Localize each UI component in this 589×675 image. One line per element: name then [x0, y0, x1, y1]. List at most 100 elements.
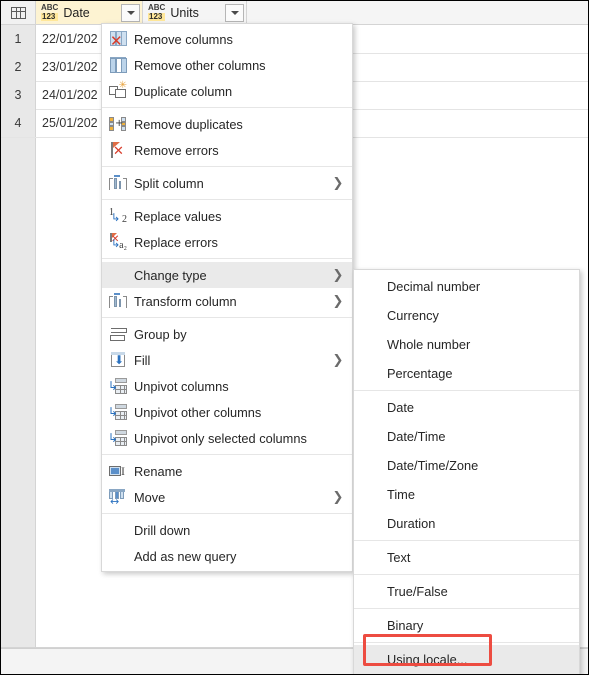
menu-item-label: Unpivot only selected columns [134, 430, 307, 446]
menu-item-label: Drill down [134, 522, 191, 538]
abc123-any-icon: ABC 123 [41, 3, 59, 21]
replace-errors-icon: ✕ ↳ a₂ [110, 233, 127, 251]
menu-separator [102, 454, 352, 455]
remove-columns-icon: ✕ [102, 26, 134, 52]
menu-item-label: Remove errors [134, 142, 219, 158]
menu-item-add-as-new-query[interactable]: Add as new query [102, 543, 352, 569]
menu-item-remove-duplicates[interactable]: + Remove duplicates [102, 111, 352, 137]
submenu-item-currency[interactable]: Currency [354, 301, 579, 330]
column-header-units[interactable]: ABC 123 Units [143, 1, 247, 24]
menu-item-label: Duplicate column [134, 83, 233, 99]
menu-item-remove-other-columns[interactable]: Remove other columns [102, 52, 352, 78]
submenu-item-label: Date/Time [387, 429, 446, 444]
menu-item-label: Remove columns [134, 31, 233, 47]
menu-item-remove-errors[interactable]: ✕ Remove errors [102, 137, 352, 163]
menu-separator [102, 317, 352, 318]
menu-item-unpivot-other-columns[interactable]: ↳ Unpivot other columns [102, 399, 352, 425]
submenu-item-label: Using locale... [387, 652, 468, 667]
menu-separator [102, 107, 352, 108]
submenu-item-label: Text [387, 550, 411, 565]
duplicate-column-icon: ✳ [102, 78, 134, 104]
submenu-item-label: Decimal number [387, 279, 481, 294]
menu-separator [102, 199, 352, 200]
menu-item-label: Remove duplicates [134, 116, 243, 132]
submenu-item-decimal-number[interactable]: Decimal number [354, 272, 579, 301]
submenu-separator [354, 540, 579, 541]
fill-icon: ⬇ [102, 347, 134, 373]
menu-separator [102, 513, 352, 514]
remove-duplicates-icon: + [102, 111, 134, 137]
rename-icon: I [102, 458, 134, 484]
menu-item-label: Group by [134, 326, 187, 342]
menu-item-move[interactable]: ↔ Move ❯ [102, 484, 352, 510]
column-header-filler [247, 1, 588, 24]
select-all-cell[interactable] [1, 1, 36, 24]
filter-button-units[interactable] [225, 3, 244, 22]
submenu-item-label: True/False [387, 584, 448, 599]
chevron-right-icon: ❯ [332, 175, 344, 191]
select-all-table-icon [10, 6, 26, 19]
menu-item-label: Change type [134, 267, 207, 283]
menu-item-label: Transform column [134, 293, 237, 309]
chevron-right-icon: ❯ [332, 489, 344, 505]
column-header-label: Units [170, 5, 199, 20]
chevron-right-icon: ❯ [332, 352, 344, 368]
replace-values-icon: 1 ↳ 2 [109, 207, 127, 225]
submenu-item-label: Duration [387, 516, 436, 531]
submenu-item-using-locale[interactable]: Using locale... [354, 645, 579, 674]
menu-item-transform-column[interactable]: Transform column ❯ [102, 288, 352, 314]
menu-item-label: Split column [134, 175, 204, 191]
menu-item-change-type[interactable]: Change type ❯ [102, 262, 352, 288]
menu-item-label: Unpivot columns [134, 378, 229, 394]
123-glyph: 123 [41, 12, 59, 21]
abc123-any-icon: ABC 123 [148, 3, 166, 21]
chevron-down-icon [126, 10, 135, 15]
menu-item-label: Move [134, 489, 166, 505]
submenu-item-date-time[interactable]: Date/Time [354, 422, 579, 451]
menu-item-label: Add as new query [134, 548, 237, 564]
filter-button-date[interactable] [121, 3, 140, 22]
split-column-icon [102, 170, 134, 196]
column-header-label: Date [63, 5, 90, 20]
chevron-right-icon: ❯ [332, 293, 344, 309]
submenu-item-date[interactable]: Date [354, 393, 579, 422]
no-icon [102, 517, 134, 543]
menu-separator [102, 258, 352, 259]
submenu-item-label: Time [387, 487, 415, 502]
submenu-item-true-false[interactable]: True/False [354, 577, 579, 606]
submenu-separator [354, 390, 579, 391]
menu-item-unpivot-only-selected-columns[interactable]: ↳ Unpivot only selected columns [102, 425, 352, 451]
menu-item-label: Unpivot other columns [134, 404, 262, 420]
menu-item-rename[interactable]: I Rename [102, 458, 352, 484]
column-context-menu[interactable]: ✕ Remove columns Remove other columns ✳ … [101, 23, 353, 572]
change-type-submenu[interactable]: Decimal number Currency Whole number Per… [353, 269, 580, 674]
submenu-item-percentage[interactable]: Percentage [354, 359, 579, 388]
row-number: 1 [1, 25, 36, 53]
unpivot-columns-icon: ↳ [102, 373, 134, 399]
submenu-item-text[interactable]: Text [354, 543, 579, 572]
menu-item-group-by[interactable]: Group by [102, 321, 352, 347]
menu-item-drill-down[interactable]: Drill down [102, 517, 352, 543]
unpivot-other-columns-icon: ↳ [102, 399, 134, 425]
menu-item-split-column[interactable]: Split column ❯ [102, 170, 352, 196]
submenu-item-binary[interactable]: Binary [354, 611, 579, 640]
column-header-date[interactable]: ABC 123 Date [36, 1, 143, 24]
submenu-item-whole-number[interactable]: Whole number [354, 330, 579, 359]
submenu-item-time[interactable]: Time [354, 480, 579, 509]
submenu-item-label: Currency [387, 308, 439, 323]
menu-item-fill[interactable]: ⬇ Fill ❯ [102, 347, 352, 373]
menu-item-unpivot-columns[interactable]: ↳ Unpivot columns [102, 373, 352, 399]
menu-item-label: Rename [134, 463, 183, 479]
menu-item-replace-errors[interactable]: ✕ ↳ a₂ Replace errors [102, 229, 352, 255]
submenu-item-duration[interactable]: Duration [354, 509, 579, 538]
menu-item-label: Fill [134, 352, 151, 368]
submenu-item-date-time-zone[interactable]: Date/Time/Zone [354, 451, 579, 480]
menu-item-duplicate-column[interactable]: ✳ Duplicate column [102, 78, 352, 104]
menu-item-label: Replace errors [134, 234, 218, 250]
remove-errors-icon: ✕ [111, 142, 124, 159]
submenu-item-label: Whole number [387, 337, 471, 352]
menu-item-label: Replace values [134, 208, 222, 224]
menu-item-replace-values[interactable]: 1 ↳ 2 Replace values [102, 203, 352, 229]
row-number-gutter-empty [1, 136, 36, 648]
menu-item-remove-columns[interactable]: ✕ Remove columns [102, 26, 352, 52]
